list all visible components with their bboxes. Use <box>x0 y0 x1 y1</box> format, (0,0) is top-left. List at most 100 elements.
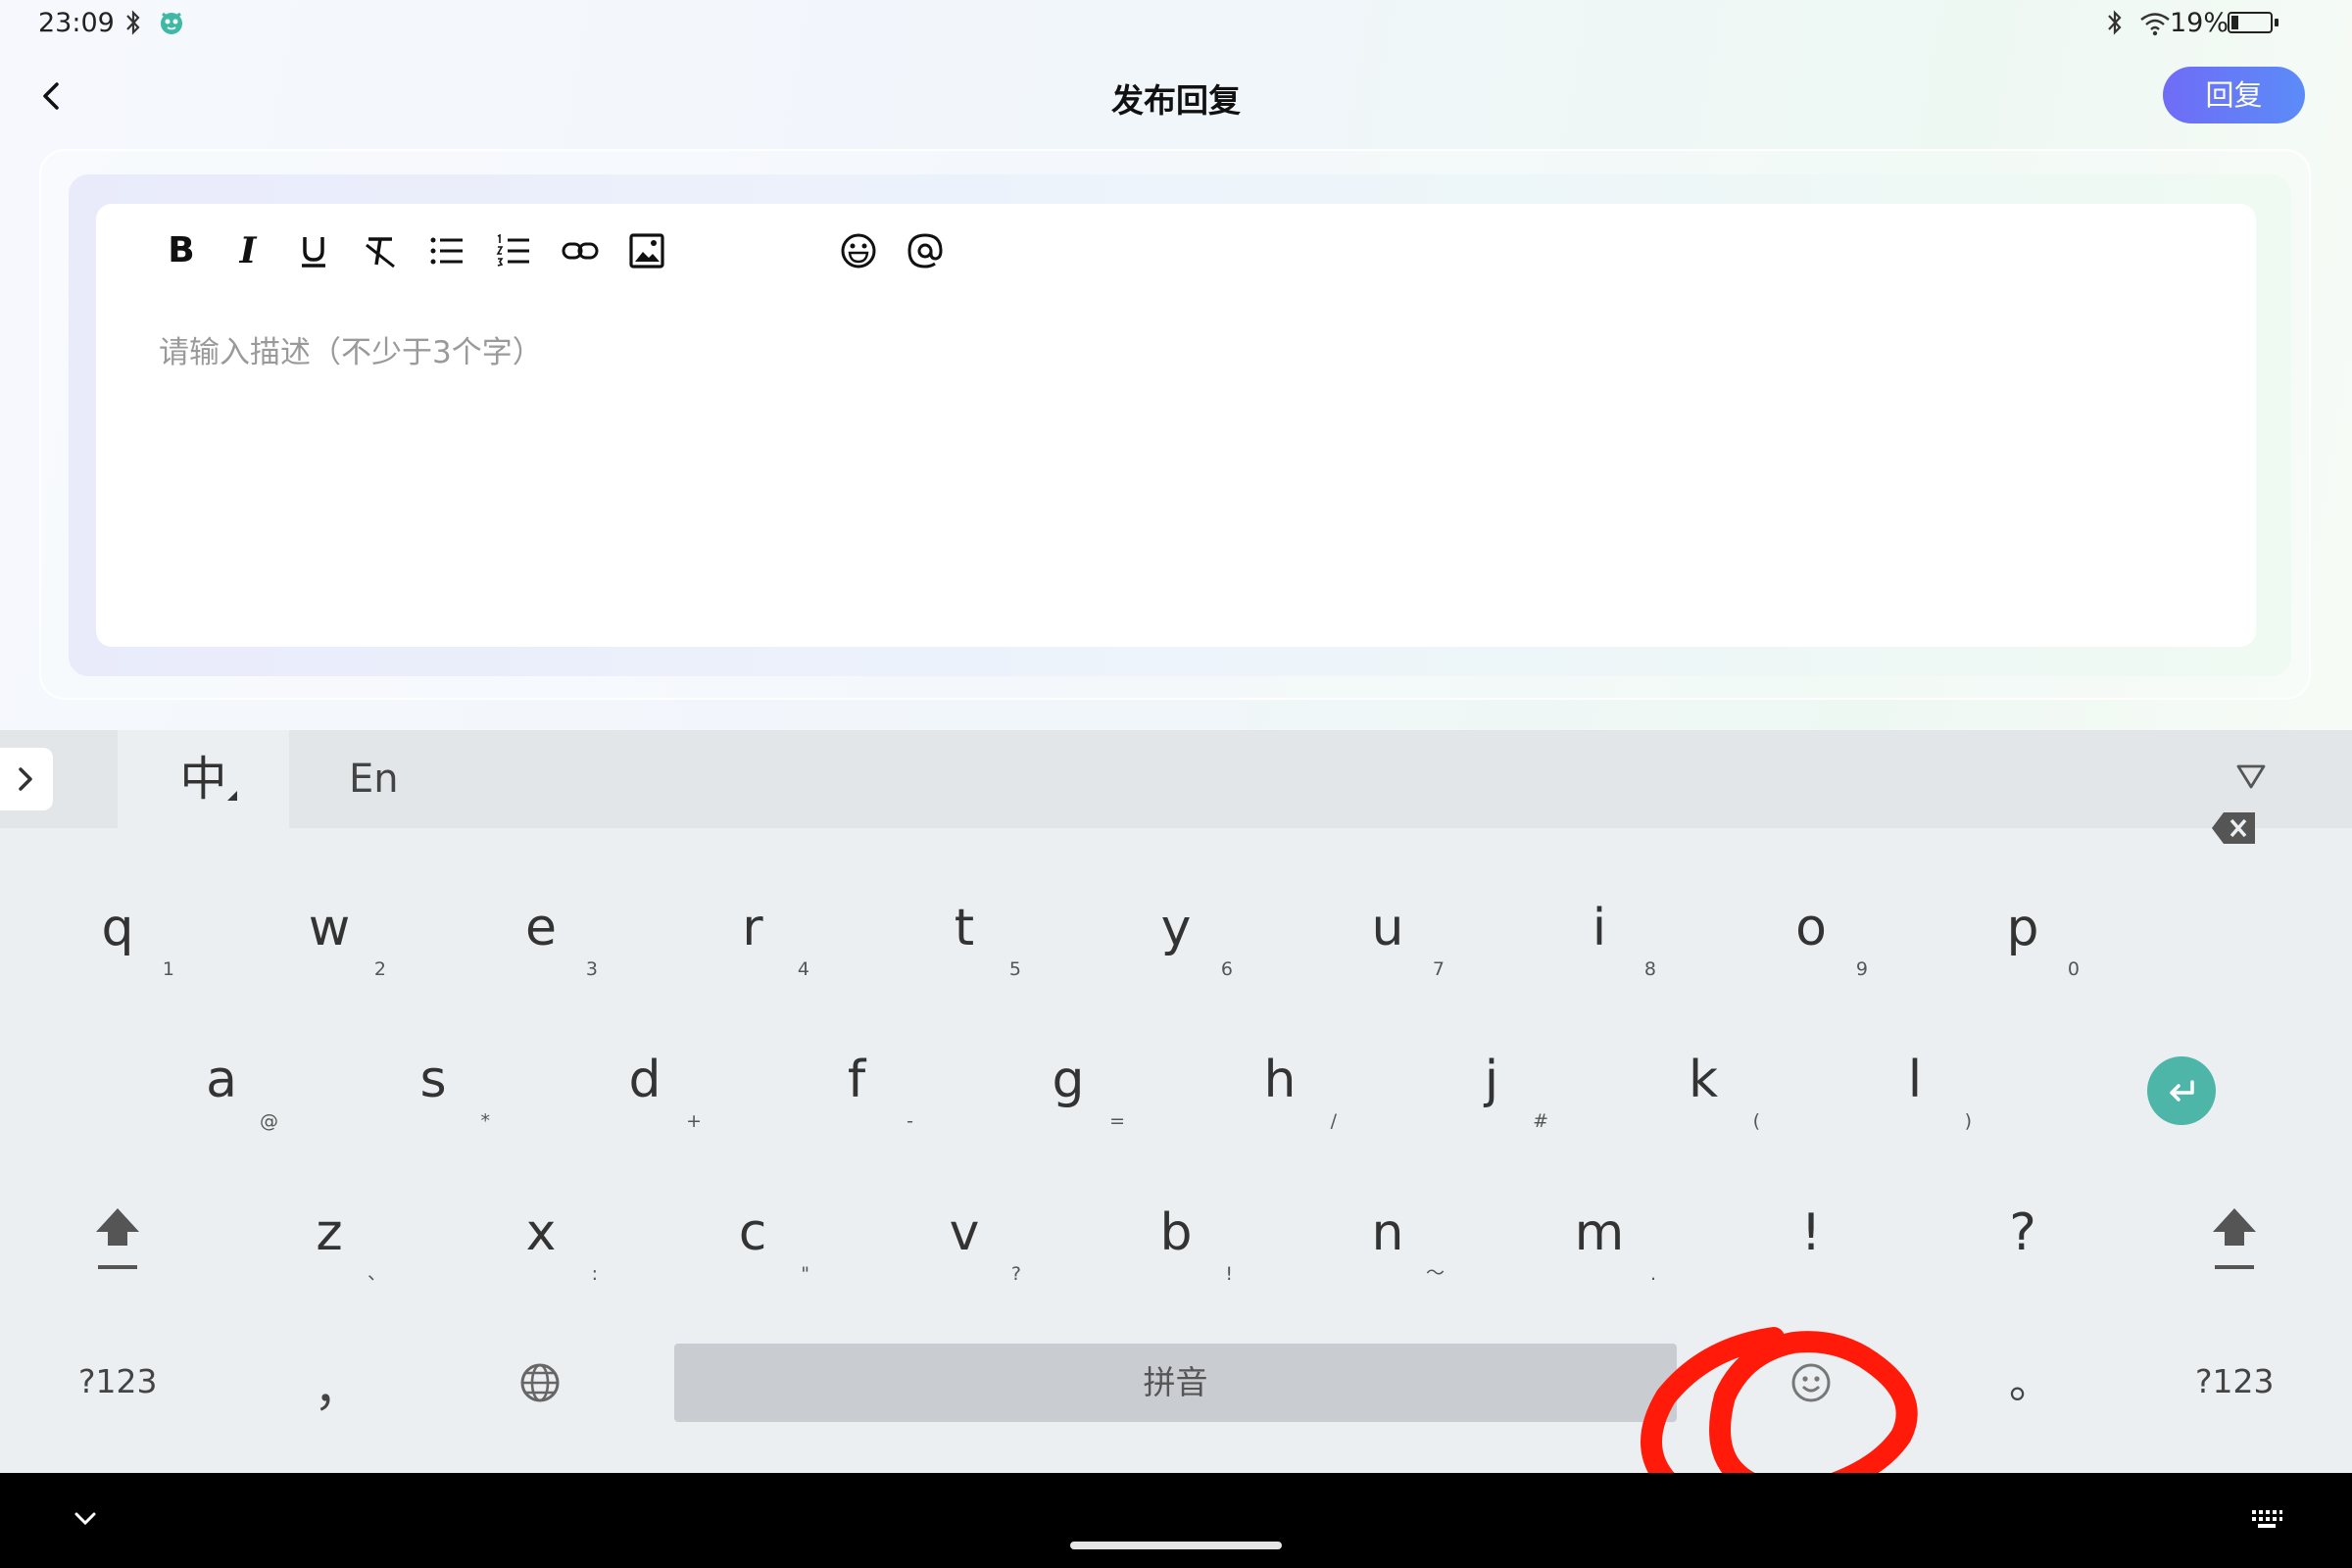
italic-icon[interactable]: I <box>226 229 270 272</box>
enter-key[interactable] <box>2147 1056 2216 1125</box>
key-char: r <box>742 899 763 957</box>
key-char: d <box>628 1051 662 1109</box>
key-2-1[interactable]: s * <box>374 1044 492 1132</box>
chevron-down-icon[interactable] <box>69 1502 102 1536</box>
app-screen: 23:09 19% 发布回复 回复 B I 请输入描述（不少于3个字） <box>0 0 2352 730</box>
key-char: u <box>1371 899 1404 957</box>
emoji-key[interactable] <box>1788 1359 1835 1406</box>
period-key[interactable]: 。 <box>2009 1348 2052 1410</box>
enter-icon <box>2170 1080 2194 1102</box>
key-sub-char: ( <box>1752 1110 1760 1132</box>
key-2-2[interactable]: d + <box>586 1044 704 1132</box>
battery-percent: 19% <box>2170 8 2230 38</box>
numbered-list-icon[interactable] <box>492 229 535 272</box>
key-sub-char: ? <box>1010 1263 1021 1285</box>
key-sub-char: 7 <box>1432 958 1445 980</box>
key-3-6[interactable]: m. <box>1541 1197 1658 1285</box>
key-char: t <box>954 899 975 957</box>
emoji-icon[interactable] <box>837 229 880 272</box>
key-3-7[interactable]: ! <box>1752 1197 1870 1285</box>
keyboard-switch-icon[interactable] <box>2250 1508 2283 1530</box>
bold-glyph: B <box>168 230 195 270</box>
bluetooth-icon <box>126 10 140 35</box>
key-1-7[interactable]: i8 <box>1541 892 1658 980</box>
key-2-7[interactable]: k( <box>1644 1044 1762 1132</box>
key-3-4[interactable]: b! <box>1117 1197 1235 1285</box>
key-1-3[interactable]: r4 <box>694 892 811 980</box>
key-2-6[interactable]: j # <box>1433 1044 1550 1132</box>
key-char: e <box>525 899 557 957</box>
globe-icon <box>520 1363 560 1402</box>
key-char: ! <box>1800 1203 1822 1262</box>
home-gesture-bar[interactable] <box>1070 1542 1282 1549</box>
wifi-icon <box>2140 13 2170 36</box>
key-char: j <box>1484 1051 1499 1109</box>
key-sub-char: - <box>906 1110 913 1132</box>
bold-icon[interactable]: B <box>160 229 203 272</box>
key-sub-char: 0 <box>2067 958 2080 980</box>
key-1-2[interactable]: e3 <box>482 892 600 980</box>
bullet-list-glyph <box>430 237 463 265</box>
clear-format-glyph <box>366 237 395 269</box>
key-sub-char: ! <box>1225 1263 1233 1285</box>
numbers-key-left[interactable]: ?123 <box>78 1362 158 1400</box>
key-2-0[interactable]: a @ <box>163 1044 280 1132</box>
keyboard-tab-chinese[interactable]: 中 <box>118 730 289 828</box>
key-3-2[interactable]: c " <box>694 1197 811 1285</box>
key-1-0[interactable]: q1 <box>59 892 176 980</box>
key-sub-char: 5 <box>1008 958 1021 980</box>
key-3-5[interactable]: n ～ <box>1329 1197 1446 1285</box>
bluetooth-icon <box>2108 10 2122 35</box>
key-sub-char: + <box>686 1110 702 1132</box>
key-char: k <box>1688 1051 1719 1109</box>
key-sub-char: 9 <box>1855 958 1868 980</box>
bullet-list-icon[interactable] <box>425 229 468 272</box>
key-2-8[interactable]: l) <box>1856 1044 1974 1132</box>
key-3-3[interactable]: v? <box>906 1197 1023 1285</box>
keyboard-expand-button[interactable] <box>0 748 53 810</box>
key-char: w <box>308 899 351 957</box>
image-glyph <box>629 233 664 269</box>
key-sub-char: 4 <box>797 958 809 980</box>
key-2-5[interactable]: h / <box>1221 1044 1339 1132</box>
key-sub-char: @ <box>260 1110 278 1132</box>
key-char: ? <box>2009 1203 2036 1262</box>
underline-icon[interactable] <box>292 229 335 272</box>
link-icon[interactable] <box>559 229 602 272</box>
key-char: i <box>1592 899 1607 957</box>
image-icon[interactable] <box>625 229 668 272</box>
key-1-5[interactable]: y6 <box>1117 892 1235 980</box>
language-key[interactable] <box>514 1357 565 1408</box>
chevron-right-icon <box>19 767 32 791</box>
reply-button[interactable]: 回复 <box>2163 67 2305 123</box>
key-1-1[interactable]: w2 <box>270 892 388 980</box>
description-input[interactable]: 请输入描述（不少于3个字） <box>159 327 543 371</box>
space-key[interactable]: 拼音 <box>674 1344 1677 1422</box>
key-1-6[interactable]: u7 <box>1329 892 1446 980</box>
numbers-key-right[interactable]: ?123 <box>2195 1362 2275 1400</box>
key-sub-char: : <box>591 1263 598 1285</box>
key-char: y <box>1160 899 1192 957</box>
key-3-0[interactable]: z、 <box>270 1197 388 1285</box>
key-3-1[interactable]: x: <box>482 1197 600 1285</box>
backspace-key[interactable] <box>2205 799 2264 858</box>
shift-key-right[interactable] <box>2205 1200 2264 1279</box>
key-sub-char: / <box>1330 1110 1337 1132</box>
key-char: v <box>949 1203 980 1262</box>
comma-key[interactable]: ， <box>314 1349 363 1420</box>
clear-format-icon[interactable] <box>359 229 402 272</box>
shift-key-left[interactable] <box>88 1200 147 1279</box>
status-time: 23:09 <box>38 8 115 38</box>
key-1-9[interactable]: p0 <box>1964 892 2082 980</box>
key-1-8[interactable]: o9 <box>1752 892 1870 980</box>
key-sub-char: . <box>1649 1263 1656 1285</box>
triangle-down-icon[interactable] <box>2234 760 2268 793</box>
key-1-4[interactable]: t5 <box>906 892 1023 980</box>
editor-card <box>96 204 2256 647</box>
key-3-8[interactable]: ? <box>1964 1197 2082 1285</box>
at-icon[interactable] <box>904 229 947 272</box>
key-2-3[interactable]: f- <box>798 1044 915 1132</box>
keyboard-tab-english[interactable]: En <box>349 730 399 828</box>
key-char: c <box>738 1203 767 1262</box>
key-2-4[interactable]: g = <box>1009 1044 1127 1132</box>
